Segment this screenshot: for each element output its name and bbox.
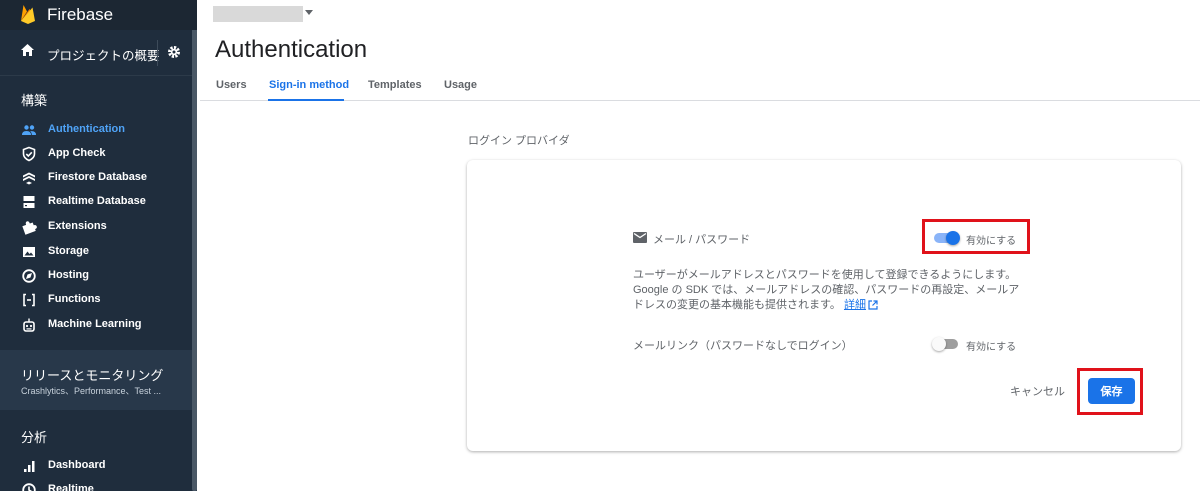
tab-bar: Users Sign-in method Templates Usage: [200, 76, 1200, 101]
home-icon: [21, 44, 34, 56]
sidebar-item-realtime[interactable]: Realtime: [0, 478, 192, 491]
sidebar-item-extensions[interactable]: Extensions: [0, 215, 192, 239]
gear-icon[interactable]: [167, 45, 181, 59]
puzzle-icon: [22, 221, 37, 235]
sidebar-item-label: Functions: [48, 293, 101, 305]
shield-check-icon: [22, 146, 36, 162]
cancel-button[interactable]: キャンセル: [1010, 383, 1065, 399]
project-overview-label: プロジェクトの概要: [47, 49, 160, 63]
firestore-icon: [23, 172, 35, 185]
sidebar-section-release-monitoring[interactable]: リリースとモニタリング Crashlytics、Performance、Test…: [0, 350, 192, 410]
sidebar-item-hosting[interactable]: Hosting: [0, 264, 192, 288]
project-overview[interactable]: プロジェクトの概要: [0, 30, 192, 76]
mail-icon: [633, 232, 647, 243]
active-tab-indicator: [268, 99, 344, 101]
sidebar-item-app-check[interactable]: App Check: [0, 142, 192, 166]
build-section-title: 構築: [21, 93, 48, 108]
email-link-label: メールリンク（パスワードなしでログイン）: [633, 340, 853, 352]
highlight-box: [922, 219, 1030, 254]
tab-users[interactable]: Users: [216, 79, 247, 91]
sidebar-item-label: Dashboard: [48, 459, 106, 471]
robot-icon: [23, 318, 35, 332]
sidebar-item-label: Realtime Database: [48, 195, 146, 207]
sidebar-item-label: Hosting: [48, 269, 89, 281]
email-link-toggle[interactable]: [932, 337, 960, 351]
sidebar-item-dashboard[interactable]: Dashboard: [0, 454, 192, 478]
description-text: ユーザーがメールアドレスとパスワードを使用して登録できるようにします。Googl…: [633, 269, 1020, 311]
sidebar-scrollbar[interactable]: [192, 28, 197, 491]
people-icon: [22, 125, 36, 135]
image-icon: [23, 247, 35, 257]
functions-icon: [23, 293, 35, 307]
sidebar-item-machine-learning[interactable]: Machine Learning: [0, 313, 192, 337]
sidebar-item-label: Storage: [48, 245, 89, 257]
release-monitoring-title: リリースとモニタリング: [21, 368, 164, 383]
firebase-logo-icon: [21, 5, 35, 24]
divider: [157, 40, 158, 66]
globe-icon: [22, 269, 36, 283]
sidebar-item-firestore-database[interactable]: Firestore Database: [0, 166, 192, 190]
email-password-label: メール / パスワード: [653, 234, 751, 246]
sign-in-providers-label: ログイン プロバイダ: [468, 135, 570, 147]
bar-chart-icon: [24, 461, 35, 472]
page-title: Authentication: [215, 36, 368, 63]
tab-templates[interactable]: Templates: [368, 79, 422, 91]
clock-icon: [22, 483, 36, 491]
tab-usage[interactable]: Usage: [444, 79, 477, 91]
sidebar-item-label: Realtime: [48, 483, 94, 491]
sidebar-item-functions[interactable]: Functions: [0, 288, 192, 312]
external-link-icon[interactable]: [868, 300, 878, 310]
sidebar-item-storage[interactable]: Storage: [0, 240, 192, 264]
sidebar-item-label: Firestore Database: [48, 171, 148, 183]
sidebar-item-authentication[interactable]: Authentication: [0, 118, 192, 142]
brand-header[interactable]: Firebase: [0, 0, 197, 30]
highlight-box: [1077, 368, 1143, 415]
sidebar-item-realtime-database[interactable]: Realtime Database: [0, 190, 192, 214]
analytics-section-title: 分析: [21, 430, 48, 445]
database-icon: [23, 196, 35, 208]
release-monitoring-subtitle: Crashlytics、Performance、Test ...: [21, 386, 162, 396]
brand-name: Firebase: [47, 5, 114, 24]
tab-sign-in-method[interactable]: Sign-in method: [269, 79, 349, 91]
chevron-down-icon[interactable]: [305, 10, 313, 15]
email-password-description: ユーザーがメールアドレスとパスワードを使用して登録できるようにします。Googl…: [633, 268, 1028, 313]
sidebar-item-label: App Check: [48, 147, 106, 159]
sidebar: Firebase プロジェクトの概要 構築 Authentication App…: [0, 0, 197, 491]
email-link-toggle-label: 有効にする: [966, 342, 1017, 353]
sidebar-item-label: Extensions: [48, 220, 107, 232]
sidebar-item-label: Machine Learning: [48, 318, 142, 330]
project-selector[interactable]: [213, 6, 303, 22]
details-link[interactable]: 詳細: [844, 299, 866, 311]
sidebar-item-label: Authentication: [48, 123, 125, 135]
